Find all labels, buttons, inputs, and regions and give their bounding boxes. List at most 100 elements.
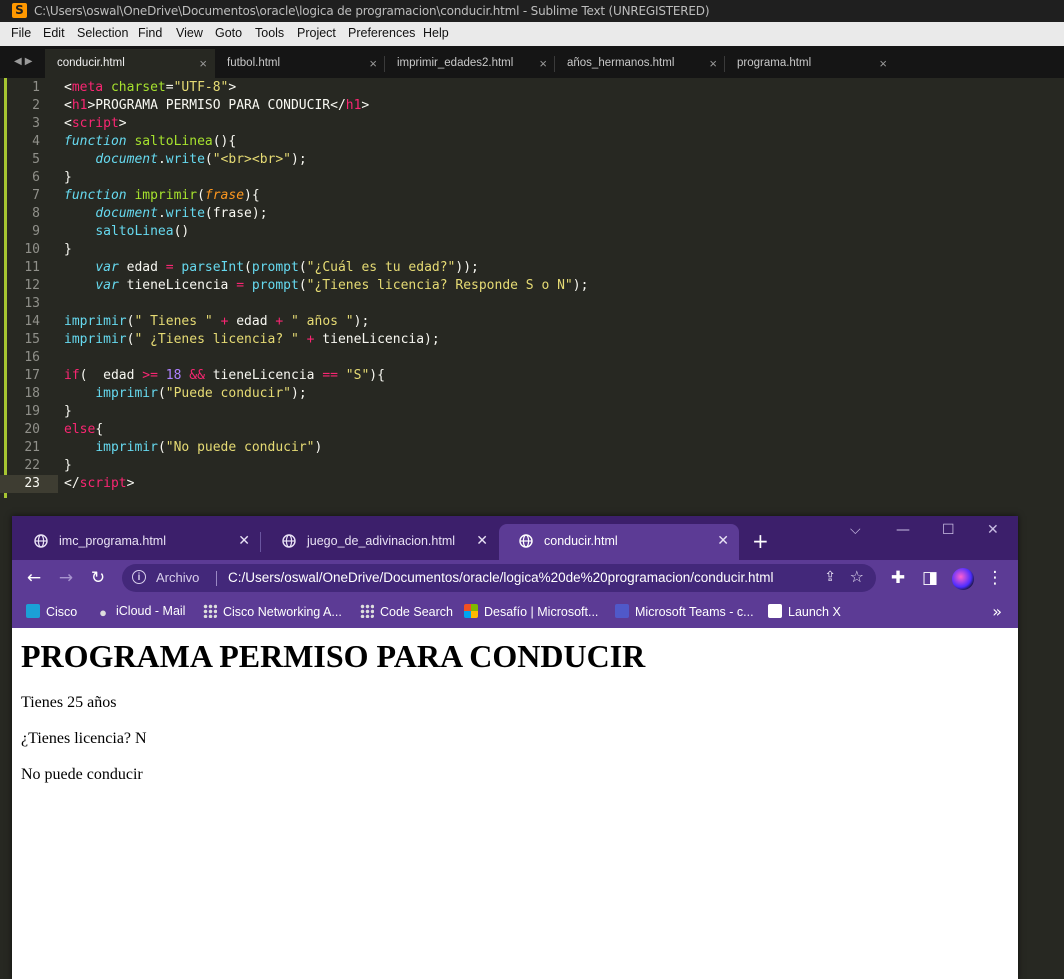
line-number: 11 (24, 260, 40, 275)
bookmark-microsoft-teams[interactable]: Microsoft Teams - c... (615, 604, 754, 619)
sublime-tab-programa[interactable]: programa.html × (725, 49, 895, 78)
sublime-tab-imprimir-edades2[interactable]: imprimir_edades2.html × (385, 49, 555, 78)
code-editor[interactable]: 1 2 3 4 5 6 7 8 9 10 11 12 13 14 15 16 1… (0, 78, 1064, 518)
line-gutter: 1 2 3 4 5 6 7 8 9 10 11 12 13 14 15 16 1… (0, 78, 58, 518)
address-bar[interactable]: i Archivo C:/Users/oswal/OneDrive/Docume… (122, 564, 876, 592)
close-icon[interactable]: × (709, 56, 717, 71)
chrome-tab-conducir[interactable]: conducir.html ✕ (499, 524, 739, 560)
globe-icon (34, 534, 48, 548)
code-line: else{ (64, 422, 104, 437)
github-icon (768, 604, 782, 618)
line-number: 16 (24, 350, 40, 365)
chrome-tab-juego-adivinacion[interactable]: juego_de_adivinacion.html ✕ (262, 524, 498, 560)
forward-arrow-icon[interactable]: → (56, 568, 76, 588)
code-line: imprimir("No puede conducir") (95, 440, 323, 455)
sublime-menubar: File Edit Selection Find View Goto Tools… (0, 22, 1064, 46)
maximize-icon[interactable]: ☐ (942, 522, 955, 538)
back-arrow-icon[interactable]: ← (24, 568, 44, 588)
tab-nav-arrows-icon[interactable]: ◀▶ (14, 56, 35, 67)
menu-file[interactable]: File (11, 26, 31, 40)
close-icon[interactable]: × (539, 56, 547, 71)
cisco-logo-icon (203, 604, 217, 618)
menu-selection[interactable]: Selection (77, 26, 128, 40)
bookmark-launch-x[interactable]: Launch X (768, 604, 841, 619)
menu-tools[interactable]: Tools (255, 26, 284, 40)
tab-search-chevron-icon[interactable]: ⌵ (850, 522, 861, 538)
menu-preferences[interactable]: Preferences (348, 26, 415, 40)
output-line-license: ¿Tienes licencia? N (21, 730, 147, 747)
share-icon[interactable]: ⇪ (824, 569, 836, 585)
close-icon[interactable]: × (369, 56, 377, 71)
line-number: 20 (24, 422, 40, 437)
line-number: 21 (24, 440, 40, 455)
globe-icon (519, 534, 533, 548)
code-line: <h1>PROGRAMA PERMISO PARA CONDUCIR</h1> (64, 98, 370, 113)
tab-label: años_hermanos.html (567, 57, 675, 69)
new-tab-plus-icon[interactable]: + (752, 531, 769, 551)
chrome-toolbar: ← → ↻ i Archivo C:/Users/oswal/OneDrive/… (12, 560, 1018, 596)
close-icon[interactable]: ✕ (717, 532, 729, 549)
sublime-window-title: C:\Users\oswal\OneDrive\Documentos\oracl… (34, 4, 710, 18)
menu-project[interactable]: Project (297, 26, 336, 40)
sublime-logo-icon: S (12, 3, 27, 18)
menu-edit[interactable]: Edit (43, 26, 65, 40)
line-number: 14 (24, 314, 40, 329)
extensions-puzzle-icon[interactable]: ✚ (888, 568, 908, 588)
close-icon[interactable]: ✕ (238, 532, 250, 549)
line-number: 5 (32, 152, 40, 167)
close-icon[interactable]: × (199, 56, 207, 71)
sublime-tab-anos-hermanos[interactable]: años_hermanos.html × (555, 49, 725, 78)
bookmark-star-icon[interactable]: ☆ (850, 567, 864, 586)
chrome-tab-imc-programa[interactable]: imc_programa.html ✕ (14, 524, 261, 560)
output-line-result: No puede conducir (21, 766, 143, 783)
code-line: var edad = parseInt(prompt("¿Cuál es tu … (95, 260, 479, 275)
bookmark-cisco-networking[interactable]: Cisco Networking A... (203, 604, 342, 619)
reload-icon[interactable]: ↻ (88, 568, 108, 588)
line-number: 7 (32, 188, 40, 203)
bookmarks-overflow-icon[interactable]: » (992, 602, 1002, 621)
code-line: document.write(frase); (95, 206, 268, 221)
code-line: saltoLinea() (95, 224, 190, 239)
bookmark-code-search[interactable]: Code Search (360, 604, 453, 619)
bookmark-icloud-mail[interactable]: ● iCloud - Mail (96, 604, 185, 620)
chrome-window: imc_programa.html ✕ juego_de_adivinacion… (12, 516, 1018, 979)
close-icon[interactable]: ✕ (476, 532, 488, 549)
line-number: 22 (24, 458, 40, 473)
address-url[interactable]: C:/Users/oswal/OneDrive/Documentos/oracl… (228, 570, 774, 585)
menu-view[interactable]: View (176, 26, 203, 40)
window-close-icon[interactable]: ✕ (987, 522, 999, 538)
line-number: 1 (32, 80, 40, 95)
teams-icon (615, 604, 629, 618)
code-line: function saltoLinea(){ (64, 134, 237, 149)
page-content: PROGRAMA PERMISO PARA CONDUCIR Tienes 25… (12, 628, 1018, 979)
globe-icon (282, 534, 296, 548)
bookmark-cisco[interactable]: Cisco (26, 604, 77, 619)
bookmarks-bar: Cisco ● iCloud - Mail Cisco Networking A.… (12, 596, 1018, 629)
line-number: 6 (32, 170, 40, 185)
menu-find[interactable]: Find (138, 26, 162, 40)
modified-lines-indicator (4, 78, 7, 498)
code-line: var tieneLicencia = prompt("¿Tienes lice… (95, 278, 589, 293)
menu-help[interactable]: Help (423, 26, 449, 40)
code-line: <meta charset="UTF-8"> (64, 80, 237, 95)
code-line: } (64, 404, 72, 419)
menu-kebab-icon[interactable]: ⋮ (985, 568, 1005, 588)
menu-goto[interactable]: Goto (215, 26, 242, 40)
side-panel-icon[interactable]: ◨ (920, 568, 940, 588)
line-number: 12 (24, 278, 40, 293)
sublime-tab-conducir[interactable]: conducir.html × (45, 49, 215, 78)
bookmark-desafio-microsoft[interactable]: Desafío | Microsoft... (464, 604, 598, 619)
code-line: imprimir("Puede conducir"); (95, 386, 307, 401)
line-number: 13 (24, 296, 40, 311)
profile-avatar[interactable] (952, 568, 974, 590)
sublime-tab-futbol[interactable]: futbol.html × (215, 49, 385, 78)
apple-icon: ● (99, 605, 107, 620)
code-line: function imprimir(frase){ (64, 188, 260, 203)
code-line: } (64, 170, 72, 185)
code-line: imprimir(" Tienes " + edad + " años "); (64, 314, 370, 329)
close-icon[interactable]: × (879, 56, 887, 71)
sublime-tab-bar: ◀▶ conducir.html × futbol.html × imprimi… (0, 46, 1064, 78)
chrome-tab-strip: imc_programa.html ✕ juego_de_adivinacion… (12, 516, 1018, 560)
minimize-icon[interactable]: — (896, 522, 910, 538)
site-info-icon[interactable]: i (132, 570, 146, 584)
